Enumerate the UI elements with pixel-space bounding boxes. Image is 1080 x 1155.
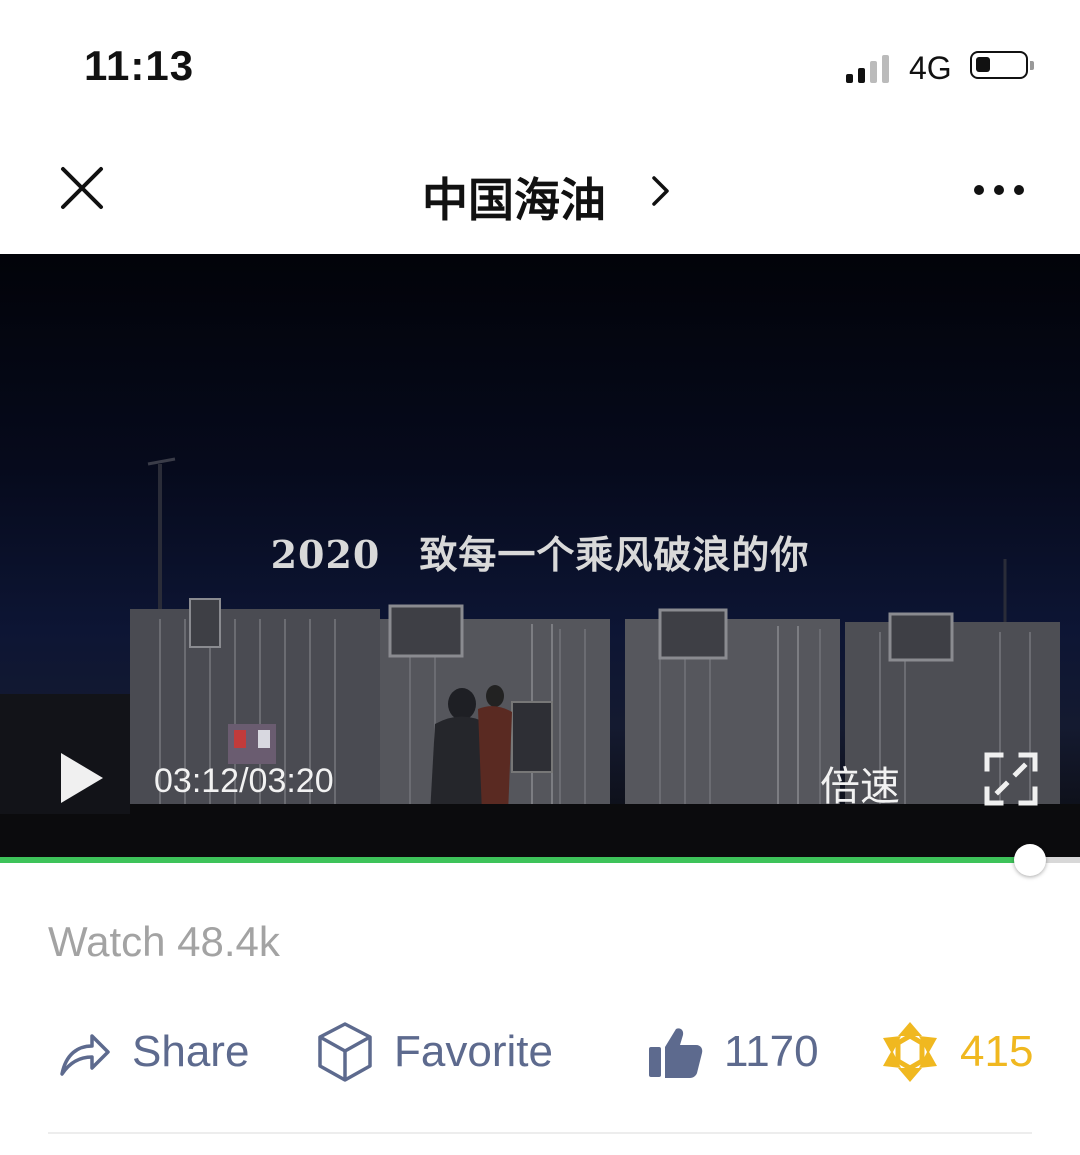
wow-button[interactable]: 415 xyxy=(880,1010,1033,1094)
more-icon[interactable] xyxy=(970,182,1028,198)
action-bar: Share Favorite 1170 415 xyxy=(0,1010,1080,1100)
play-icon[interactable] xyxy=(58,750,106,806)
playback-time: 03:12/03:20 xyxy=(154,762,334,800)
favorite-button[interactable]: Favorite xyxy=(316,1010,553,1094)
nav-bar: 中国海油 xyxy=(0,130,1080,254)
speed-button[interactable]: 倍速 xyxy=(820,754,900,812)
wow-count: 415 xyxy=(960,1027,1034,1076)
like-button[interactable]: 1170 xyxy=(646,1010,819,1094)
thumbs-up-icon xyxy=(649,1028,703,1078)
status-time: 11:13 xyxy=(84,42,195,89)
fullscreen-icon[interactable] xyxy=(984,752,1038,806)
progress-handle[interactable] xyxy=(1014,844,1047,876)
divider xyxy=(48,1132,1032,1134)
chevron-right-icon[interactable] xyxy=(648,174,674,208)
favorite-label: Favorite xyxy=(394,1027,553,1076)
video-progress-bar[interactable] xyxy=(0,844,1080,876)
battery-icon xyxy=(970,51,1034,79)
share-icon xyxy=(60,1034,110,1076)
account-title[interactable]: 中国海油 xyxy=(0,164,1080,230)
share-button[interactable]: Share xyxy=(56,1010,249,1094)
network-type: 4G xyxy=(909,50,952,86)
account-name: 中国海油 xyxy=(422,174,606,226)
star-icon xyxy=(883,1022,937,1082)
status-bar: 11:13 4G xyxy=(0,0,1080,130)
watch-count: Watch 48.4k xyxy=(48,918,280,965)
video-subtitle: 2020 致每一个乘风破浪的你 xyxy=(270,532,810,577)
like-count: 1170 xyxy=(724,1027,819,1076)
signal-icon xyxy=(846,53,896,83)
share-label: Share xyxy=(132,1027,250,1076)
progress-fill xyxy=(0,857,1031,863)
video-player[interactable]: 2020 致每一个乘风破浪的你 03:12/03:20 倍速 xyxy=(0,254,1080,860)
cube-icon xyxy=(318,1022,372,1082)
